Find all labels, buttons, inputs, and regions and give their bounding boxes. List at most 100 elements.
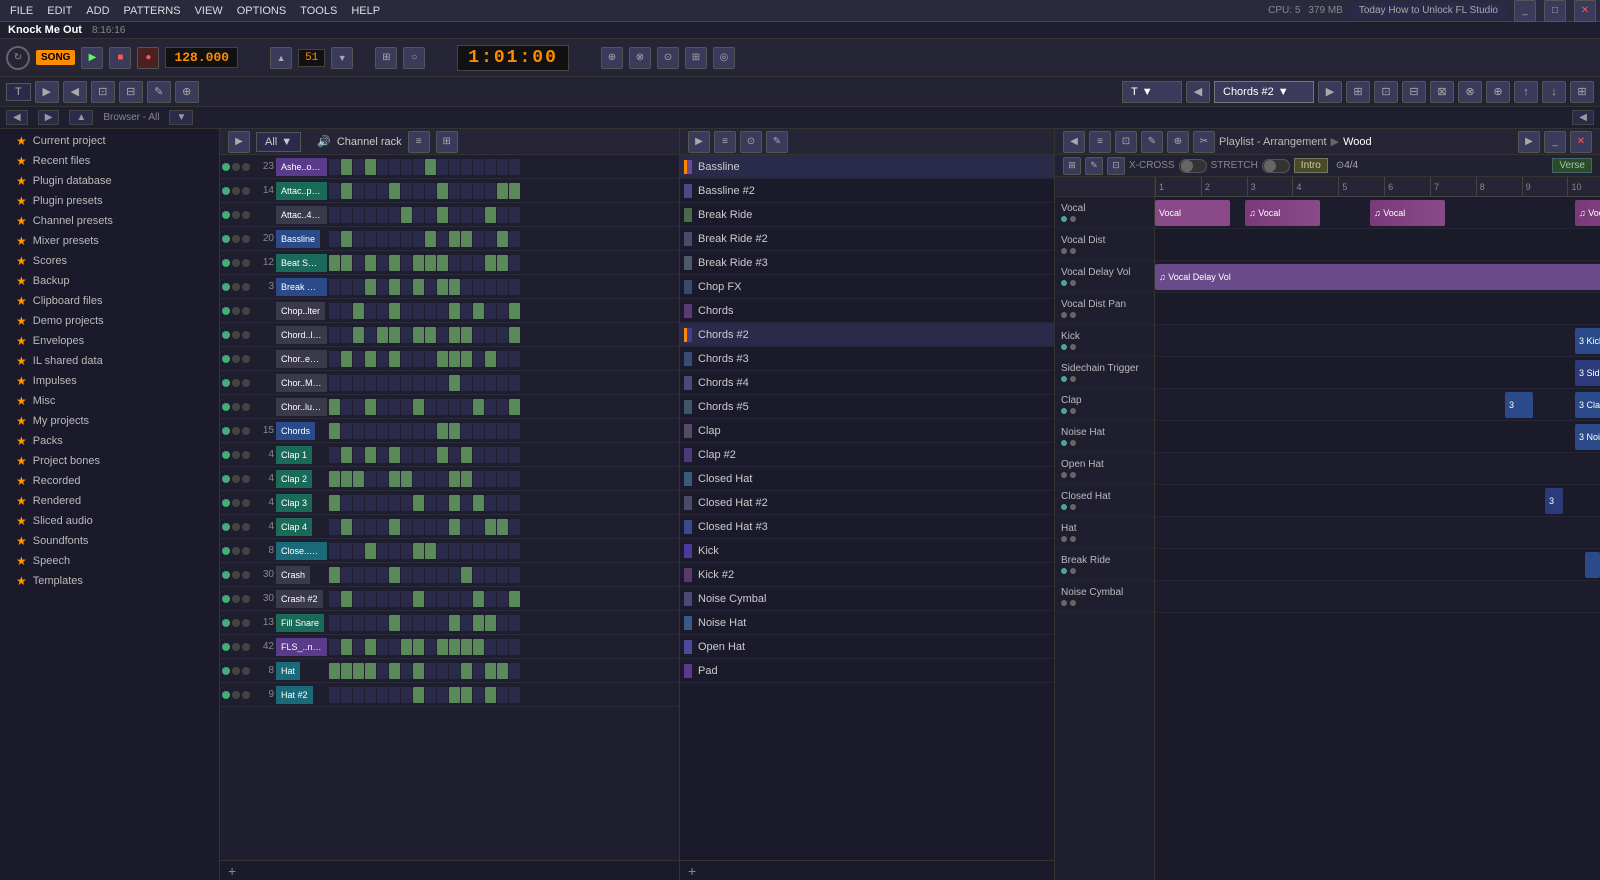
sidebar-item-clipboard-files[interactable]: ★Clipboard files [0, 291, 219, 311]
step-btn[interactable] [413, 279, 424, 295]
step-btn[interactable] [473, 663, 484, 679]
step-btn[interactable] [473, 159, 484, 175]
step-btn[interactable] [497, 207, 508, 223]
toolbar-r-4[interactable]: ⊠ [1430, 81, 1454, 103]
step-btn[interactable] [365, 207, 376, 223]
channel-name-btn[interactable]: Chord..lter [276, 326, 327, 344]
step-btn[interactable] [413, 183, 424, 199]
step-btn[interactable] [329, 495, 340, 511]
step-btn[interactable] [449, 159, 460, 175]
step-btn[interactable] [413, 447, 424, 463]
intro-marker[interactable]: Intro [1294, 158, 1328, 173]
step-btn[interactable] [437, 615, 448, 631]
step-btn[interactable] [341, 495, 352, 511]
step-btn[interactable] [425, 207, 436, 223]
step-btn[interactable] [401, 639, 412, 655]
step-btn[interactable] [389, 663, 400, 679]
step-btn[interactable] [461, 471, 472, 487]
channel-row[interactable]: 4 Clap 2 [220, 467, 679, 491]
pattern-row[interactable]: Closed Hat #2 [680, 491, 1054, 515]
channel-name-btn[interactable]: Chor..everb [276, 350, 327, 368]
step-btn[interactable] [377, 687, 388, 703]
step-btn[interactable] [377, 471, 388, 487]
step-btn[interactable] [341, 351, 352, 367]
step-btn[interactable] [485, 495, 496, 511]
track-label[interactable]: Hat [1055, 517, 1154, 549]
step-btn[interactable] [509, 615, 520, 631]
step-btn[interactable] [365, 303, 376, 319]
mode-btn-5[interactable]: ◎ [713, 47, 735, 69]
step-btn[interactable] [449, 495, 460, 511]
step-btn[interactable] [413, 615, 424, 631]
step-btn[interactable] [485, 423, 496, 439]
pattern-row[interactable]: Closed Hat #3 [680, 515, 1054, 539]
step-btn[interactable] [329, 567, 340, 583]
step-btn[interactable] [497, 279, 508, 295]
step-btn[interactable] [485, 303, 496, 319]
sidebar-item-soundfonts[interactable]: ★Soundfonts [0, 531, 219, 551]
step-btn[interactable] [425, 615, 436, 631]
step-btn[interactable] [341, 399, 352, 415]
step-btn[interactable] [461, 279, 472, 295]
pattern-row[interactable]: Closed Hat [680, 467, 1054, 491]
pattern-row[interactable]: Break Ride [680, 203, 1054, 227]
arrangement-track-row[interactable]: 33 Clap [1155, 389, 1600, 421]
pattern-row[interactable]: Noise Hat [680, 611, 1054, 635]
step-btn[interactable] [329, 183, 340, 199]
step-btn[interactable] [413, 351, 424, 367]
mode-btn-2[interactable]: ⊗ [629, 47, 651, 69]
step-btn[interactable] [365, 615, 376, 631]
playlist-toolbar-btn2[interactable]: ⊙ [740, 131, 762, 153]
step-btn[interactable] [377, 255, 388, 271]
step-btn[interactable] [389, 519, 400, 535]
step-btn[interactable] [497, 423, 508, 439]
window-minimize-btn[interactable]: _ [1514, 0, 1536, 22]
step-btn[interactable] [401, 231, 412, 247]
step-btn[interactable] [485, 663, 496, 679]
step-btn[interactable] [485, 231, 496, 247]
step-btn[interactable] [509, 495, 520, 511]
step-btn[interactable] [389, 279, 400, 295]
step-btn[interactable] [353, 591, 364, 607]
step-btn[interactable] [353, 303, 364, 319]
channel-row[interactable]: Chor..everb [220, 347, 679, 371]
step-btn[interactable] [353, 447, 364, 463]
step-btn[interactable] [461, 231, 472, 247]
arrangement-close-btn[interactable]: ✕ [1570, 131, 1592, 153]
step-btn[interactable] [473, 639, 484, 655]
step-btn[interactable] [461, 687, 472, 703]
arrangement-block[interactable]: ♫ Vocal [1245, 200, 1320, 226]
channel-row[interactable]: 23 Ashe..op FX [220, 155, 679, 179]
step-btn[interactable] [461, 399, 472, 415]
step-btn[interactable] [413, 471, 424, 487]
step-btn[interactable] [389, 639, 400, 655]
step-btn[interactable] [377, 351, 388, 367]
step-btn[interactable] [449, 183, 460, 199]
arrangement-block[interactable]: ♫ Vocal [1370, 200, 1445, 226]
channel-name-btn[interactable]: Chop..lter [276, 302, 325, 320]
step-btn[interactable] [389, 567, 400, 583]
channel-row[interactable]: Chor..Mute [220, 371, 679, 395]
step-btn[interactable] [485, 159, 496, 175]
step-btn[interactable] [485, 399, 496, 415]
sidebar-item-demo-projects[interactable]: ★Demo projects [0, 311, 219, 331]
step-btn[interactable] [425, 303, 436, 319]
toolbar2-btn-3[interactable]: ⊡ [91, 81, 115, 103]
step-btn[interactable] [401, 279, 412, 295]
step-btn[interactable] [353, 279, 364, 295]
step-btn[interactable] [365, 159, 376, 175]
step-btn[interactable] [509, 543, 520, 559]
step-btn[interactable] [497, 399, 508, 415]
step-btn[interactable] [473, 231, 484, 247]
channel-row[interactable]: 42 FLS_..n 001 [220, 635, 679, 659]
step-btn[interactable] [401, 423, 412, 439]
step-btn[interactable] [497, 183, 508, 199]
step-btn[interactable] [365, 279, 376, 295]
pattern-btn[interactable]: T [6, 83, 31, 101]
step-btn[interactable] [377, 159, 388, 175]
nav-up-btn[interactable]: ▲ [69, 110, 93, 125]
play-btn[interactable]: ▶ [81, 47, 103, 69]
step-btn[interactable] [485, 447, 496, 463]
step-btn[interactable] [329, 639, 340, 655]
toolbar-r-8[interactable]: ↓ [1542, 81, 1566, 103]
